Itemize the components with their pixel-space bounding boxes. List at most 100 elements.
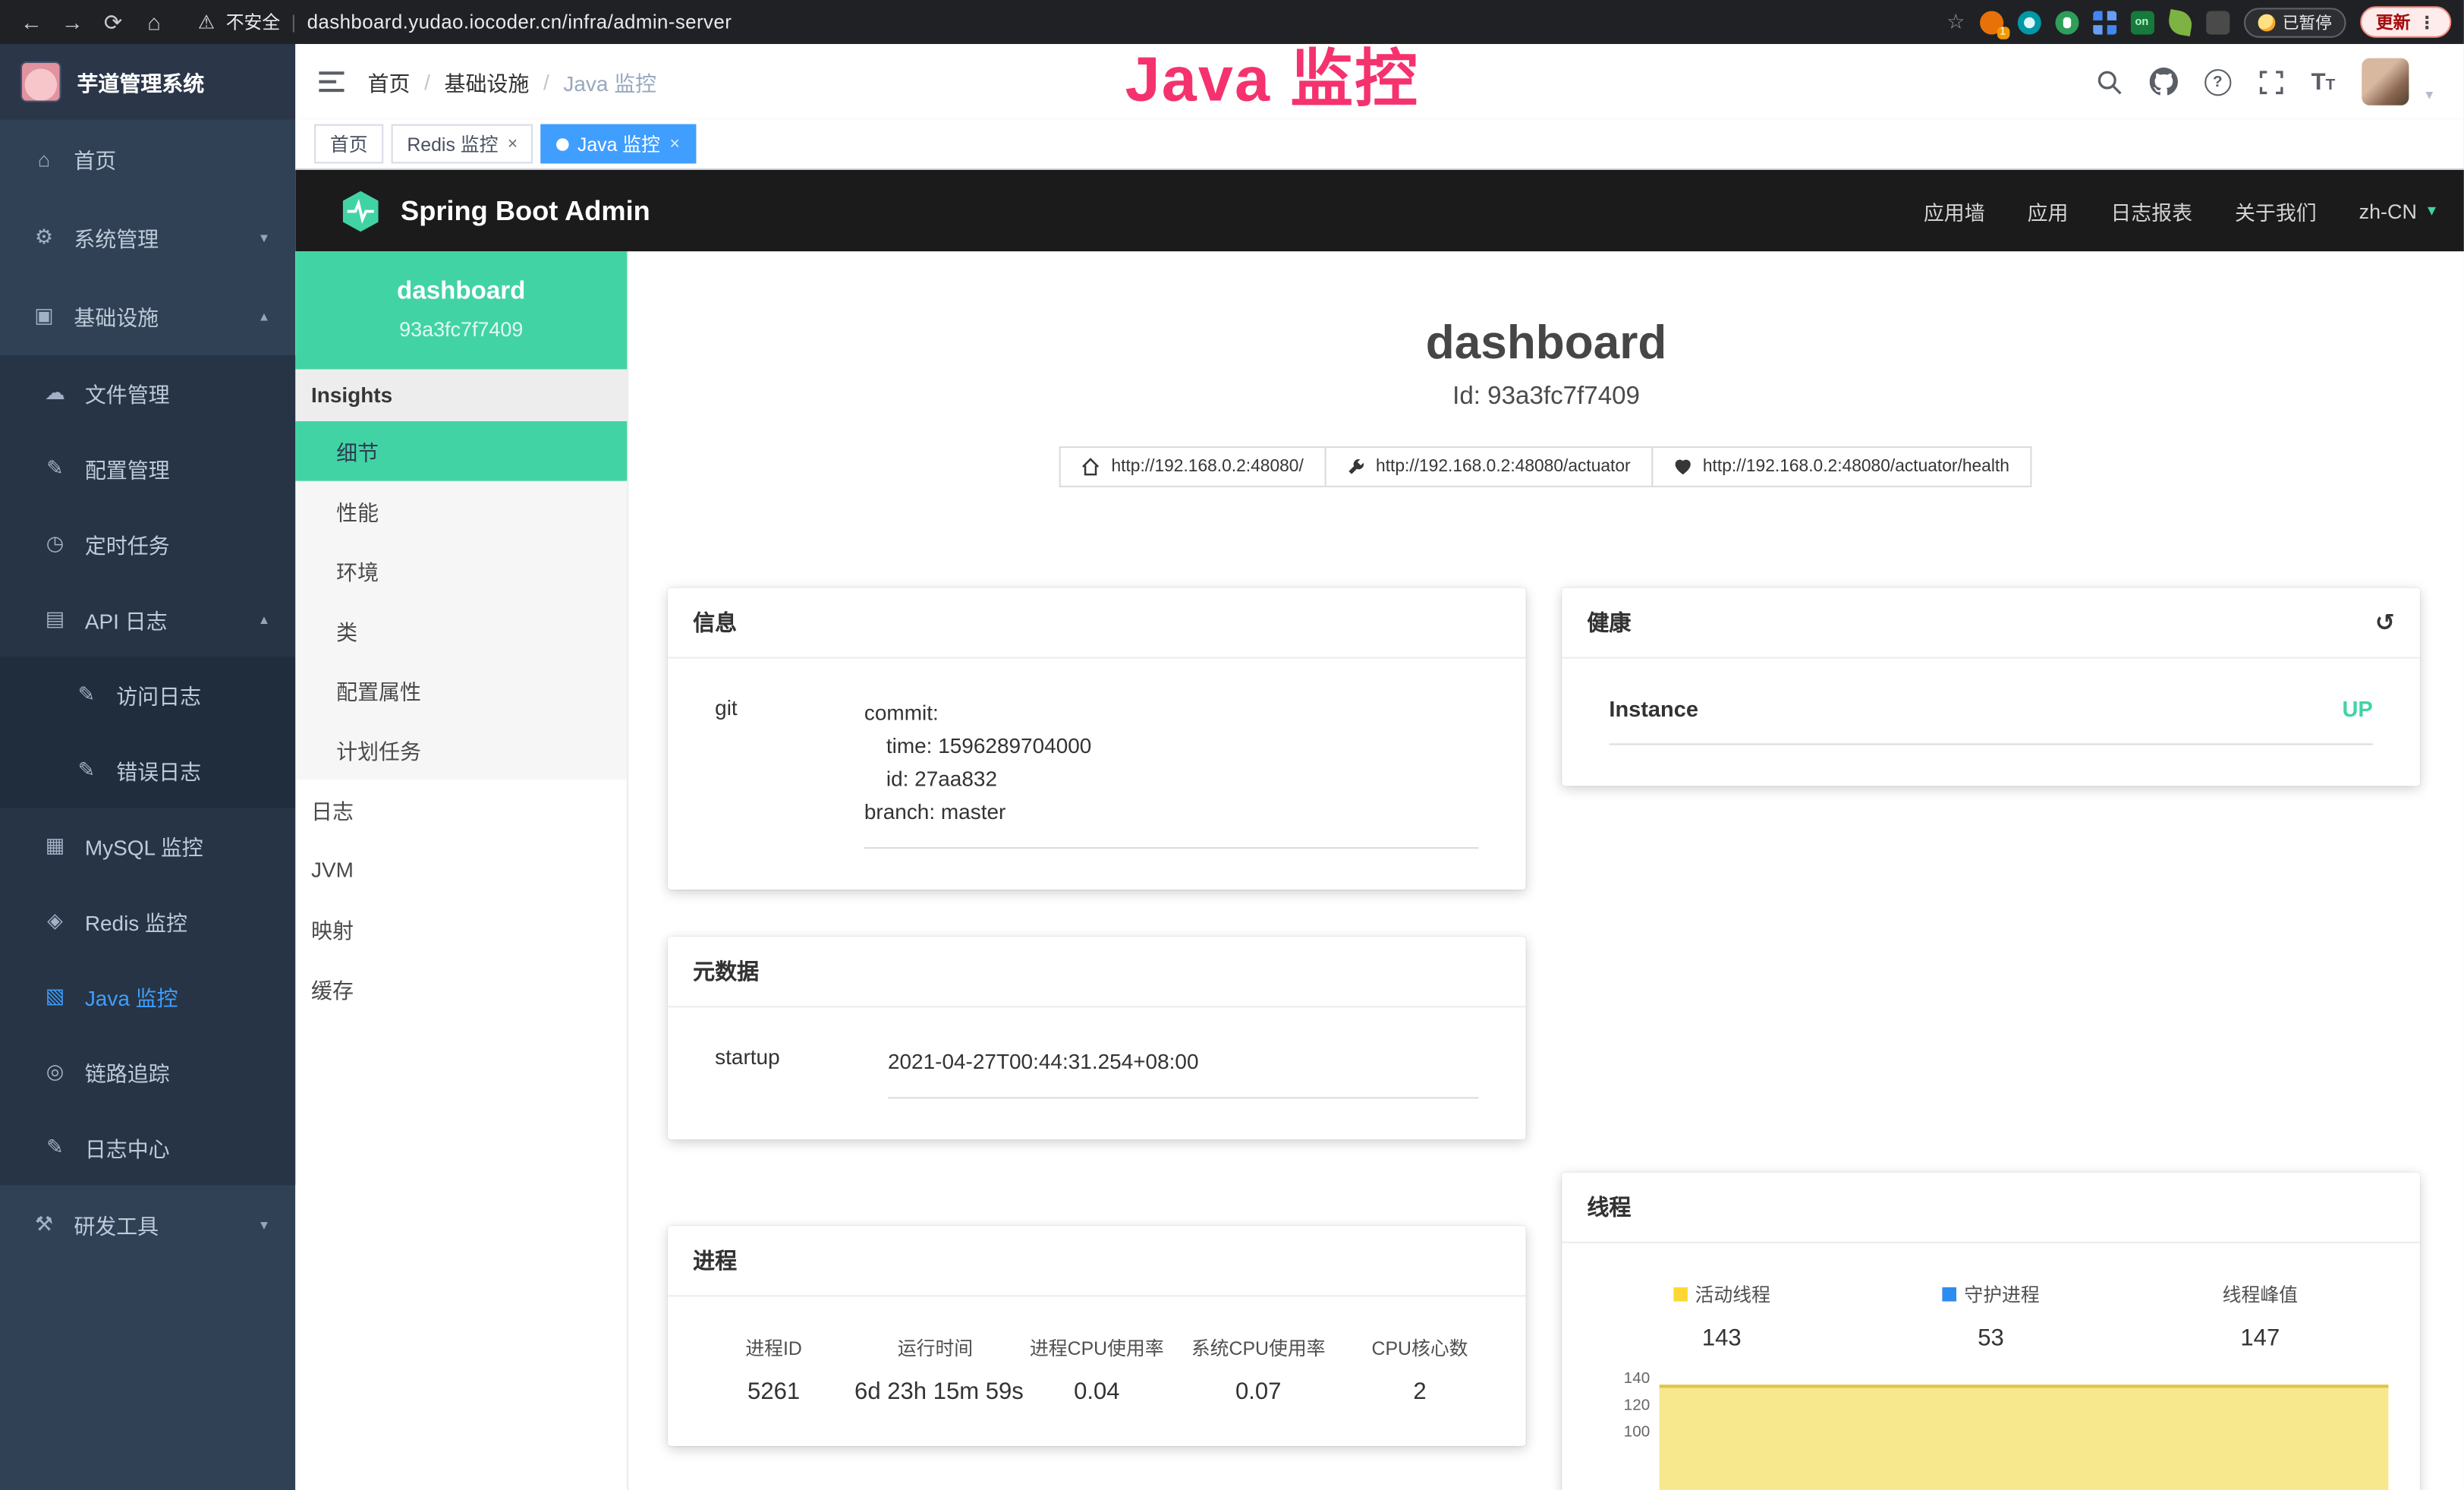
sba-nav-about[interactable]: 关于我们 bbox=[2235, 196, 2317, 225]
git-info-row: git commit: time: 1596289704000 id: 27aa… bbox=[693, 696, 1500, 849]
avatar-caret-icon[interactable]: ▼ bbox=[2423, 88, 2435, 102]
extension-on-icon[interactable]: on bbox=[2130, 10, 2154, 33]
search-icon[interactable] bbox=[2096, 68, 2123, 95]
header-actions: ? TT ▼ bbox=[2096, 58, 2436, 106]
tab-redis[interactable]: Redis 监控 × bbox=[392, 124, 533, 164]
sba-item-classes[interactable]: 类 bbox=[295, 600, 627, 660]
sba-item-environment[interactable]: 环境 bbox=[295, 540, 627, 600]
wrench-icon bbox=[1346, 458, 1365, 477]
sidebar-item-home[interactable]: ⌂ 首页 bbox=[0, 119, 295, 198]
url-text[interactable]: dashboard.yudao.iocoder.cn/infra/admin-s… bbox=[307, 11, 732, 33]
health-row[interactable]: Instance UP bbox=[1609, 696, 2372, 745]
sidebar-item-mysql[interactable]: ▦ MySQL 监控 bbox=[0, 808, 295, 883]
close-icon[interactable]: × bbox=[669, 134, 679, 153]
sidebar-item-label: 配置管理 bbox=[85, 452, 170, 484]
sba-brand[interactable]: Spring Boot Admin bbox=[339, 190, 650, 232]
sidebar-item-access-log[interactable]: ✎ 访问日志 bbox=[0, 657, 295, 732]
hamburger-icon[interactable] bbox=[317, 69, 345, 94]
sidebar-item-label: 研发工具 bbox=[74, 1208, 159, 1240]
metric-label: CPU核心数 bbox=[1339, 1334, 1501, 1361]
sidebar-item-trace[interactable]: ◎ 链路追踪 bbox=[0, 1035, 295, 1110]
sidebar-item-dev-tools[interactable]: ⚒ 研发工具 ▼ bbox=[0, 1185, 295, 1264]
instance-links: http://192.168.0.2:48080/ http://192.168… bbox=[628, 446, 2464, 487]
extension-grid-icon[interactable] bbox=[2092, 10, 2116, 33]
log-icon: ✎ bbox=[42, 1135, 68, 1160]
service-url-link[interactable]: http://192.168.0.2:48080/ bbox=[1059, 446, 1326, 487]
extension-fox-icon[interactable]: 1 bbox=[1979, 10, 2003, 33]
sba-nav-wallboard[interactable]: 应用墙 bbox=[1924, 196, 1985, 225]
extension-dark-icon[interactable] bbox=[2205, 10, 2229, 33]
sidebar-item-system[interactable]: ⚙ 系统管理 ▼ bbox=[0, 198, 295, 277]
metric-label: 运行时间 bbox=[854, 1334, 1016, 1361]
legend-yellow-swatch bbox=[1673, 1287, 1688, 1302]
sidebar-item-config[interactable]: ✎ 配置管理 bbox=[0, 430, 295, 506]
sba-item-details[interactable]: 细节 bbox=[295, 421, 627, 481]
update-button[interactable]: 更新 ⋮ bbox=[2360, 6, 2451, 37]
health-url-link[interactable]: http://192.168.0.2:48080/actuator/health bbox=[1651, 446, 2031, 487]
paused-badge[interactable]: 已暂停 bbox=[2243, 7, 2346, 36]
eye-icon: ◎ bbox=[42, 1060, 68, 1085]
breadcrumb-item[interactable]: 首页 bbox=[368, 66, 411, 97]
health-instance-label: Instance bbox=[1609, 696, 1698, 721]
smiley-icon bbox=[2258, 14, 2275, 31]
extension-teal-icon[interactable] bbox=[2017, 10, 2041, 33]
close-icon[interactable]: × bbox=[508, 134, 518, 153]
sidebar-item-job[interactable]: ◷ 定时任务 bbox=[0, 506, 295, 581]
sba-item-logs[interactable]: 日志 bbox=[295, 780, 627, 840]
github-icon[interactable] bbox=[2149, 68, 2177, 96]
tab-home[interactable]: 首页 bbox=[314, 124, 383, 164]
sidebar-item-infra[interactable]: ▣ 基础设施 ▲ bbox=[0, 276, 295, 355]
sidebar-item-log-center[interactable]: ✎ 日志中心 bbox=[0, 1110, 295, 1185]
history-icon[interactable]: ↺ bbox=[2375, 608, 2395, 636]
actuator-url-link[interactable]: http://192.168.0.2:48080/actuator bbox=[1324, 446, 1653, 487]
sba-item-scheduled-tasks[interactable]: 计划任务 bbox=[295, 720, 627, 780]
app-logo[interactable]: 芋道管理系统 bbox=[0, 44, 295, 119]
sidebar-item-api-log[interactable]: ▤ API 日志 ▲ bbox=[0, 581, 295, 657]
chevron-up-icon: ▲ bbox=[258, 309, 270, 323]
legend-value: 53 bbox=[1856, 1325, 2126, 1352]
sba-item-configprops[interactable]: 配置属性 bbox=[295, 660, 627, 720]
sidebar-item-java[interactable]: ▧ Java 监控 bbox=[0, 959, 295, 1034]
browser-home-icon[interactable]: ⌂ bbox=[135, 5, 173, 39]
chevron-down-icon: ▼ bbox=[258, 1218, 270, 1232]
reload-icon[interactable]: ⟳ bbox=[94, 5, 132, 39]
sidebar-item-redis[interactable]: ◈ Redis 监控 bbox=[0, 884, 295, 959]
sba-nav-journal[interactable]: 日志报表 bbox=[2110, 196, 2192, 225]
forward-icon[interactable]: → bbox=[53, 5, 91, 39]
extension-badge: 1 bbox=[1997, 26, 2009, 39]
git-time-line: time: 1596289704000 bbox=[864, 729, 1479, 762]
breadcrumb-current: Java 监控 bbox=[563, 66, 656, 97]
address-bar[interactable]: ⚠ 不安全 | dashboard.yudao.iocoder.cn/infra… bbox=[198, 9, 732, 34]
sba-language-select[interactable]: zh-CN ▼ bbox=[2359, 199, 2439, 222]
sidebar-item-error-log[interactable]: ✎ 错误日志 bbox=[0, 732, 295, 808]
card-title: 进程 bbox=[668, 1226, 1526, 1296]
breadcrumb-item[interactable]: 基础设施 bbox=[445, 66, 530, 97]
back-icon[interactable]: ← bbox=[13, 5, 51, 39]
sba-item-jvm[interactable]: JVM bbox=[295, 840, 627, 899]
clock-icon: ◷ bbox=[42, 531, 68, 556]
sba-item-caches[interactable]: 缓存 bbox=[295, 959, 627, 1019]
active-threads-area bbox=[1660, 1384, 2389, 1490]
browser-menu-icon[interactable]: ⋮ bbox=[2418, 12, 2436, 33]
tab-java[interactable]: Java 监控 × bbox=[541, 124, 695, 164]
sba-nav-applications[interactable]: 应用 bbox=[2028, 196, 2069, 225]
instance-header[interactable]: dashboard 93a3fc7f7409 bbox=[295, 251, 627, 369]
extension-leaf-icon[interactable] bbox=[2166, 8, 2193, 36]
sidebar-item-label: 文件管理 bbox=[85, 377, 170, 408]
sba-header: Spring Boot Admin 应用墙 应用 日志报表 关于我们 zh-CN… bbox=[295, 170, 2464, 252]
bookmark-star-icon[interactable]: ☆ bbox=[1946, 9, 1965, 34]
fullscreen-icon[interactable] bbox=[2258, 68, 2284, 95]
sba-item-performance[interactable]: 性能 bbox=[295, 481, 627, 541]
extension-green-icon[interactable] bbox=[2054, 10, 2078, 33]
legend-item: 守护进程 53 bbox=[1856, 1281, 2126, 1352]
threads-card: 线程 活动线程 14 bbox=[1562, 1173, 2420, 1490]
help-icon[interactable]: ? bbox=[2204, 68, 2231, 95]
sidebar-item-file[interactable]: ☁ 文件管理 bbox=[0, 355, 295, 430]
sba-item-mappings[interactable]: 映射 bbox=[295, 899, 627, 959]
metadata-card: 元数据 startup 2021-04-27T00:44:31.254+08:0… bbox=[668, 937, 1526, 1139]
chevron-up-icon: ▲ bbox=[258, 613, 270, 627]
link-label: http://192.168.0.2:48080/actuator/health bbox=[1703, 458, 2009, 477]
user-avatar[interactable] bbox=[2362, 58, 2409, 106]
font-size-icon[interactable]: TT bbox=[2311, 68, 2336, 95]
sidebar-item-label: 系统管理 bbox=[74, 222, 159, 253]
